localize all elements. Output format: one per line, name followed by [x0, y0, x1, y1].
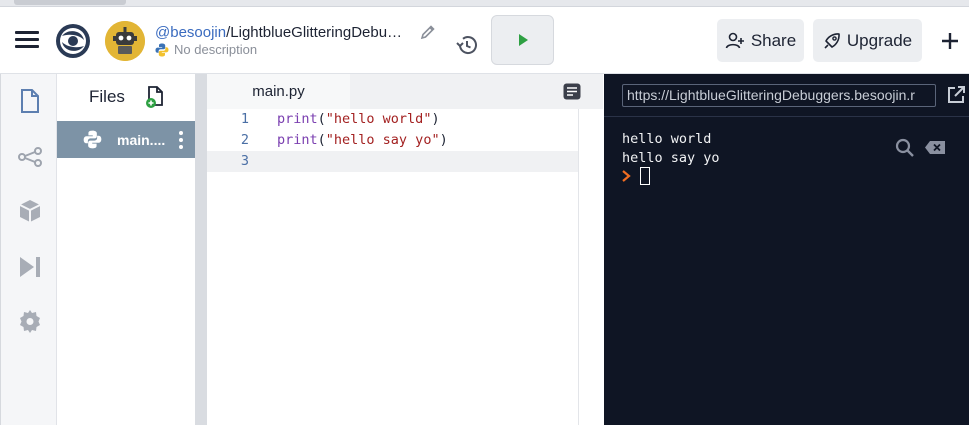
open-in-new-tab-icon[interactable] — [946, 85, 966, 105]
history-icon[interactable] — [455, 32, 481, 58]
kebab-menu-icon[interactable] — [179, 130, 183, 150]
share-button[interactable]: Share — [717, 19, 804, 62]
files-icon[interactable] — [17, 88, 43, 114]
repl-description[interactable]: No description — [155, 42, 257, 57]
debugger-icon[interactable] — [17, 254, 43, 280]
python-file-icon — [83, 130, 102, 149]
repl-owner[interactable]: @besoojin — [155, 24, 226, 41]
line-number: 2 — [240, 132, 249, 148]
console-cursor[interactable] — [640, 167, 650, 185]
code-token-paren: ) — [439, 132, 448, 148]
window-top-strip — [0, 0, 969, 7]
prompt-chevron-icon — [622, 170, 631, 182]
console-output-line: hello world — [622, 131, 712, 147]
code-token-paren: ( — [317, 132, 326, 148]
repl-title[interactable]: @besoojin/LightblueGlitteringDebu… — [155, 24, 402, 41]
file-item-label: main.... — [117, 132, 166, 148]
line-number: 3 — [240, 153, 249, 169]
header: @besoojin/LightblueGlitteringDebu… No de… — [0, 7, 969, 74]
rocket-icon — [824, 32, 840, 49]
package-icon[interactable] — [17, 198, 43, 224]
person-add-icon — [725, 32, 744, 48]
add-file-icon[interactable] — [145, 85, 167, 109]
gear-icon[interactable] — [17, 309, 43, 335]
console-panel: https://LightblueGlitteringDebuggers.bes… — [604, 74, 969, 425]
code-line-active[interactable]: 3 — [207, 151, 579, 172]
code-token-string: "hello say yo" — [325, 132, 440, 148]
python-icon — [155, 43, 169, 56]
avatar[interactable] — [105, 21, 145, 61]
tab-main-py[interactable]: main.py — [207, 74, 350, 109]
editor-ruler — [578, 109, 579, 425]
line-number: 1 — [240, 111, 249, 127]
code-editor: main.py 1 print("hello world") 2 print("… — [207, 74, 603, 425]
code-token-fn: print — [277, 111, 318, 127]
share-nodes-icon[interactable] — [17, 144, 43, 170]
hamburger-icon[interactable] — [15, 31, 39, 49]
description-text: No description — [174, 42, 258, 57]
search-icon[interactable] — [895, 138, 915, 158]
editor-menu-icon[interactable] — [563, 83, 581, 100]
code-token-fn: print — [277, 132, 318, 148]
play-icon — [518, 34, 528, 46]
code-token-paren: ( — [317, 111, 326, 127]
editor-tabbar: main.py — [207, 74, 603, 109]
files-panel-title: Files — [89, 87, 125, 106]
upgrade-label: Upgrade — [846, 30, 913, 50]
left-rail — [0, 74, 57, 425]
files-panel: Files main.... — [57, 74, 195, 425]
console-divider — [604, 116, 969, 117]
code-line[interactable]: 2 print("hello say yo") — [207, 130, 579, 151]
console-output-line: hello say yo — [622, 150, 720, 166]
code-area[interactable]: 1 print("hello world") 2 print("hello sa… — [207, 109, 603, 425]
run-button[interactable] — [491, 15, 554, 65]
upgrade-button[interactable]: Upgrade — [813, 19, 922, 62]
code-token-string: "hello world" — [325, 111, 432, 127]
panel-resize-handle[interactable] — [195, 74, 207, 425]
code-token-paren: ) — [431, 111, 440, 127]
code-line[interactable]: 1 print("hello world") — [207, 109, 579, 130]
pencil-icon[interactable] — [420, 24, 436, 40]
clear-console-icon[interactable] — [924, 140, 946, 155]
file-item-main-py[interactable]: main.... — [57, 121, 195, 158]
repl-name[interactable]: LightblueGlitteringDebu… — [230, 24, 402, 41]
replit-logo[interactable] — [54, 22, 92, 60]
top-tab-nub — [14, 0, 126, 5]
plus-icon[interactable] — [938, 29, 962, 53]
webview-url-input[interactable]: https://LightblueGlitteringDebuggers.bes… — [622, 84, 936, 107]
share-label: Share — [750, 30, 797, 50]
